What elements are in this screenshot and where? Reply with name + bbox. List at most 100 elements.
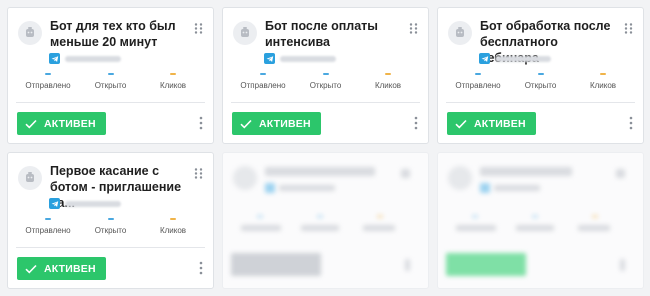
blurred-title bbox=[480, 167, 572, 176]
stat-sent: Отправлено bbox=[18, 73, 78, 91]
divider bbox=[446, 102, 635, 103]
status-label: АКТИВЕН bbox=[44, 262, 96, 275]
stat-clicks-label: Кликов bbox=[589, 81, 617, 90]
channel-name-redacted bbox=[65, 200, 121, 207]
drag-handle-icon[interactable] bbox=[194, 23, 203, 34]
stat-sent-marker bbox=[45, 73, 51, 75]
bot-title[interactable]: Бот после оплаты интенсива bbox=[265, 18, 403, 50]
stat-opened-label: Открыто bbox=[309, 81, 342, 90]
telegram-icon bbox=[49, 53, 60, 64]
stats-row: Отправлено Открыто Кликов bbox=[14, 218, 207, 236]
blurred-stat bbox=[301, 225, 339, 231]
telegram-icon bbox=[479, 53, 490, 64]
stat-opened-label: Открыто bbox=[524, 81, 557, 90]
blurred-handle bbox=[401, 169, 410, 178]
stat-clicks-label: Кликов bbox=[159, 81, 187, 90]
blurred-mark bbox=[472, 215, 478, 218]
status-label: АКТИВЕН bbox=[44, 117, 96, 130]
stat-clicks-marker bbox=[170, 73, 176, 75]
stat-opened: Открыто bbox=[81, 218, 141, 236]
stat-clicks-label: Кликов bbox=[374, 81, 402, 90]
channel-info bbox=[264, 53, 336, 64]
bot-icon bbox=[448, 21, 472, 45]
check-icon bbox=[25, 119, 37, 129]
drag-handle-icon[interactable] bbox=[624, 23, 633, 34]
bot-icon bbox=[18, 166, 42, 190]
more-vertical-icon[interactable] bbox=[414, 116, 418, 130]
channel-name-redacted bbox=[495, 55, 551, 62]
telegram-icon bbox=[264, 53, 275, 64]
stat-sent-marker bbox=[45, 218, 51, 220]
channel-info bbox=[49, 198, 121, 209]
blurred-avatar bbox=[448, 166, 472, 190]
blurred-mark bbox=[377, 215, 383, 218]
channel-info bbox=[479, 53, 551, 64]
channel-name-redacted bbox=[280, 55, 336, 62]
bot-card-blurred bbox=[437, 152, 644, 289]
bot-card[interactable]: Бот обработка после бесплатного вебинара… bbox=[437, 7, 644, 144]
bot-title[interactable]: Бот для тех кто был меньше 20 минут bbox=[50, 18, 188, 50]
stat-sent: Отправлено bbox=[448, 73, 508, 91]
stat-sent-label: Отправлено bbox=[25, 226, 71, 235]
status-active-button[interactable]: АКТИВЕН bbox=[17, 257, 106, 280]
blurred-channel-icon bbox=[265, 183, 275, 193]
status-active-button[interactable]: АКТИВЕН bbox=[17, 112, 106, 135]
blurred-channel bbox=[494, 185, 540, 191]
stat-opened-marker bbox=[107, 73, 114, 75]
telegram-icon bbox=[49, 198, 60, 209]
more-vertical-icon[interactable] bbox=[199, 261, 203, 275]
stat-clicks-marker bbox=[600, 73, 606, 75]
stats-row: Отправлено Открыто Кликов bbox=[444, 73, 637, 91]
stat-clicks-marker bbox=[170, 218, 176, 220]
blurred-stat bbox=[578, 225, 610, 231]
stat-clicks: Кликов bbox=[143, 218, 203, 236]
blurred-kebab bbox=[405, 259, 410, 271]
check-icon bbox=[25, 264, 37, 274]
blurred-mark bbox=[317, 215, 323, 218]
stat-sent-marker bbox=[260, 73, 266, 75]
status-active-button[interactable]: АКТИВЕН bbox=[447, 112, 536, 135]
status-label: АКТИВЕН bbox=[259, 117, 311, 130]
bot-icon bbox=[233, 21, 257, 45]
blurred-channel-icon bbox=[480, 183, 490, 193]
stat-opened: Открыто bbox=[296, 73, 356, 91]
stat-opened: Открыто bbox=[81, 73, 141, 91]
stat-clicks-marker bbox=[385, 73, 391, 75]
status-active-button[interactable]: АКТИВЕН bbox=[232, 112, 321, 135]
stats-row: Отправлено Открыто Кликов bbox=[14, 73, 207, 91]
more-vertical-icon[interactable] bbox=[199, 116, 203, 130]
blurred-mark bbox=[592, 215, 598, 218]
bot-card[interactable]: Первое касание с ботом - приглашение на.… bbox=[7, 152, 214, 289]
drag-handle-icon[interactable] bbox=[409, 23, 418, 34]
bot-card-grid: Бот для тех кто был меньше 20 минут Отпр… bbox=[7, 7, 644, 289]
bot-card[interactable]: Бот для тех кто был меньше 20 минут Отпр… bbox=[7, 7, 214, 144]
stat-opened-marker bbox=[322, 73, 329, 75]
blurred-stat bbox=[241, 225, 281, 231]
drag-handle-icon[interactable] bbox=[194, 168, 203, 179]
stat-sent-label: Отправлено bbox=[25, 81, 71, 90]
status-label: АКТИВЕН bbox=[474, 117, 526, 130]
blurred-status-button bbox=[446, 253, 526, 276]
more-vertical-icon[interactable] bbox=[629, 116, 633, 130]
blurred-channel bbox=[279, 185, 335, 191]
stat-sent-label: Отправлено bbox=[455, 81, 501, 90]
stat-opened-marker bbox=[107, 218, 114, 220]
stat-sent-label: Отправлено bbox=[240, 81, 286, 90]
check-icon bbox=[240, 119, 252, 129]
channel-name-redacted bbox=[65, 55, 121, 62]
blurred-kebab bbox=[620, 259, 625, 271]
stat-clicks: Кликов bbox=[143, 73, 203, 91]
stat-clicks-label: Кликов bbox=[159, 226, 187, 235]
check-icon bbox=[455, 119, 467, 129]
blurred-handle bbox=[616, 169, 625, 178]
stat-sent-marker bbox=[475, 73, 481, 75]
stat-sent: Отправлено bbox=[233, 73, 293, 91]
stat-opened-label: Открыто bbox=[94, 226, 127, 235]
blurred-mark bbox=[532, 215, 538, 218]
bot-card[interactable]: Бот после оплаты интенсива Отправлено От… bbox=[222, 7, 429, 144]
bot-card-blurred bbox=[222, 152, 429, 289]
stat-clicks: Кликов bbox=[358, 73, 418, 91]
divider bbox=[231, 102, 420, 103]
stat-opened-marker bbox=[537, 73, 544, 75]
stats-row: Отправлено Открыто Кликов bbox=[229, 73, 422, 91]
